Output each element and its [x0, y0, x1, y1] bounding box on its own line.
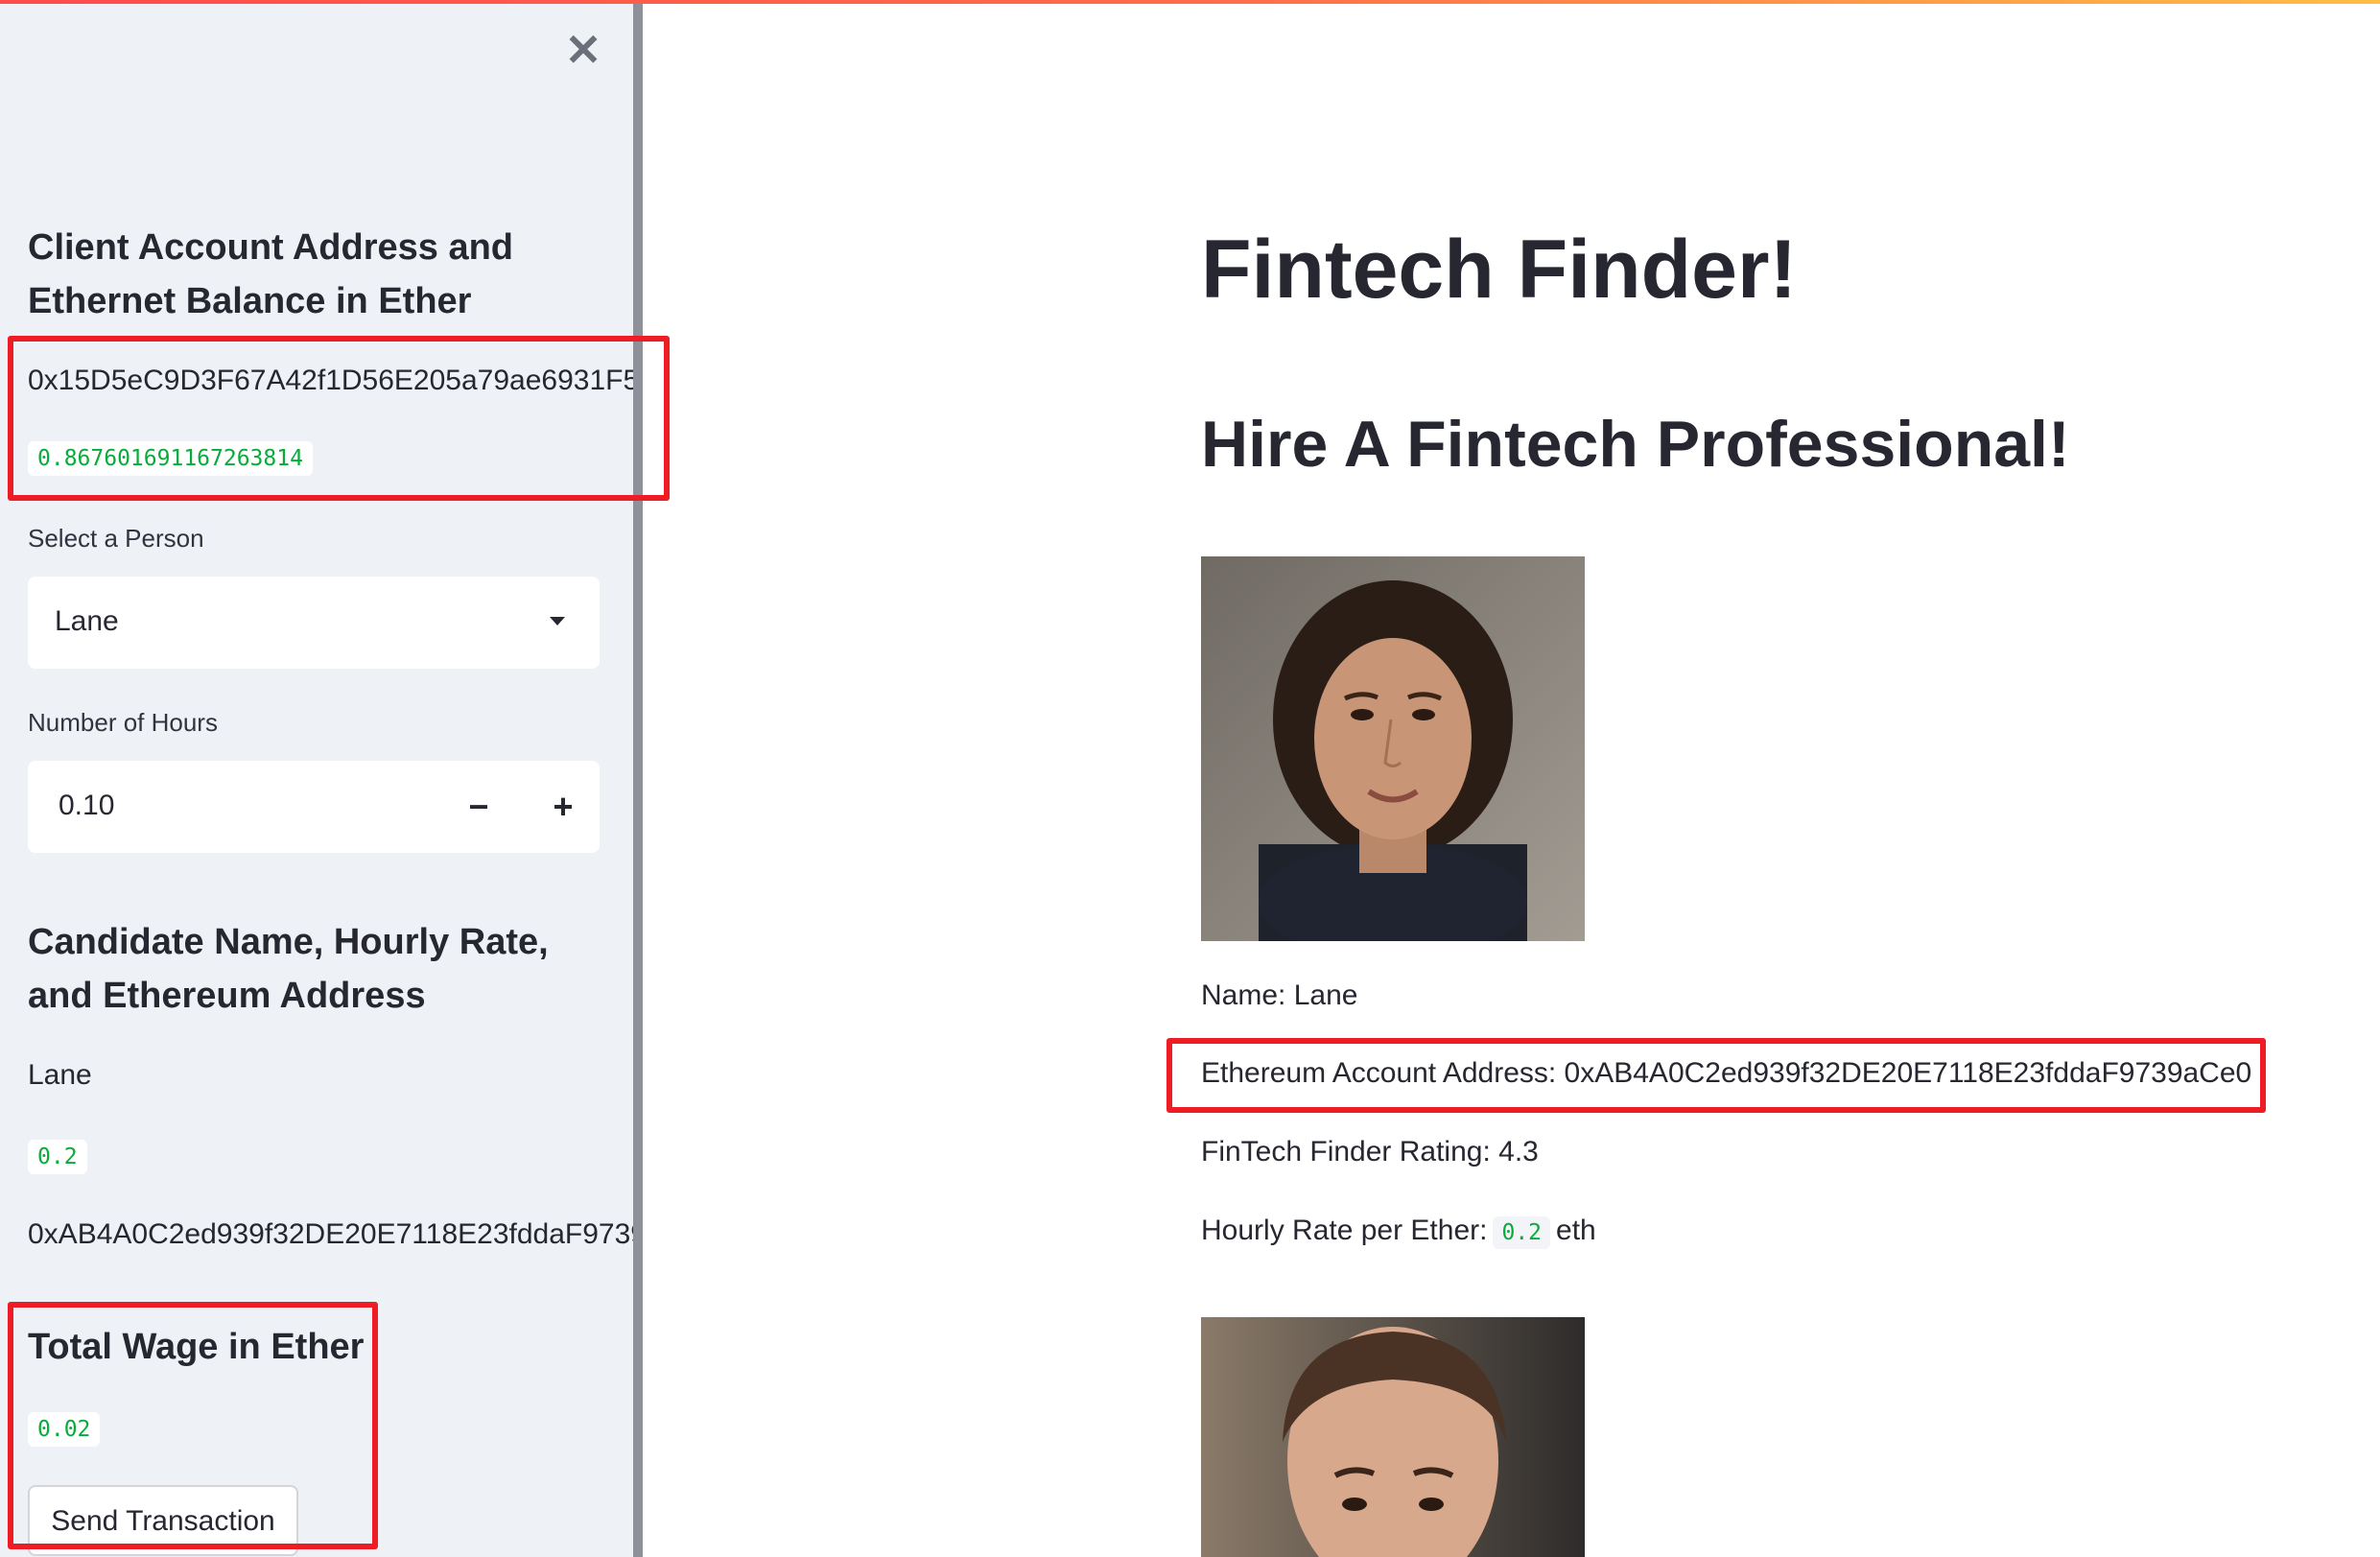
increment-button[interactable]: +	[534, 778, 592, 836]
sidebar-scrollbar[interactable]	[633, 4, 643, 1557]
person-select[interactable]: Lane	[28, 577, 600, 669]
rate-prefix: Hourly Rate per Ether:	[1201, 1215, 1488, 1246]
candidate-photo-lane	[1201, 556, 1585, 941]
candidate-rate: 0.2	[28, 1140, 87, 1174]
page-subtitle: Hire A Fintech Professional!	[1201, 408, 2070, 481]
rate-suffix: eth	[1556, 1215, 1596, 1246]
portrait-image	[1201, 1317, 1585, 1557]
decrement-button[interactable]: −	[450, 778, 507, 836]
candidate-rating-line: FinTech Finder Rating: 4.3	[1201, 1136, 1539, 1168]
candidate-heading: Candidate Name, Hourly Rate, and Ethereu…	[28, 922, 549, 1016]
client-heading: Client Account Address and Ethernet Bala…	[28, 227, 514, 321]
hours-label: Number of Hours	[28, 708, 218, 737]
candidate-name: Lane	[28, 1059, 92, 1091]
highlight-wage-box	[8, 1302, 378, 1549]
candidate-address: 0xAB4A0C2ed939f32DE20E7118E23fddaF9739a	[28, 1218, 633, 1250]
person-select-value: Lane	[55, 605, 119, 637]
candidate-photo-next	[1201, 1317, 1585, 1557]
select-person-label: Select a Person	[28, 524, 204, 553]
page-title: Fintech Finder!	[1201, 224, 1798, 316]
close-icon[interactable]: ✕	[564, 28, 602, 72]
hours-input[interactable]: 0.10 − +	[28, 761, 600, 853]
portrait-image	[1201, 556, 1585, 941]
candidate-rate-line: Hourly Rate per Ether: 0.2 eth	[1201, 1215, 1596, 1249]
highlight-client-box	[8, 336, 670, 501]
candidate-name-line: Name: Lane	[1201, 979, 1358, 1011]
rate-value: 0.2	[1493, 1216, 1551, 1249]
candidate-address-line: Ethereum Account Address: 0xAB4A0C2ed939…	[1201, 1057, 2252, 1089]
hours-value[interactable]: 0.10	[59, 790, 114, 822]
chevron-down-icon	[550, 617, 565, 625]
